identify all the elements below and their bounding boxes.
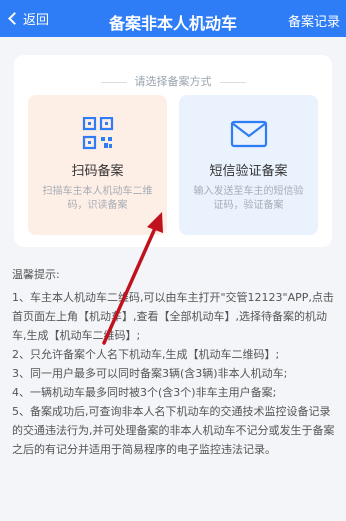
tip-item: 3、同一用户最多可以同时备案3辆(含3辆)非本人机动车; bbox=[12, 367, 288, 380]
sms-register-desc: 输入发送至车主的短信验证码，验证备案 bbox=[193, 186, 304, 211]
sms-register-title: 短信验证备案 bbox=[209, 164, 288, 179]
choose-method-label: 请选择备案方式 bbox=[14, 73, 332, 89]
tip-item: 5、备案成功后,可查询非本人名下机动车的交通技术监控设备记录的交通违法行为,并可… bbox=[12, 405, 335, 456]
tips-section: 温馨提示: 1、车主本人机动车二维码,可以由车主打开"交管12123"APP,点… bbox=[12, 265, 336, 459]
scan-register-option[interactable]: 扫码备案 扫描车主本人机动车二维码，识读备案 bbox=[28, 95, 167, 235]
choose-method-text: 请选择备案方式 bbox=[134, 75, 212, 88]
divider-right bbox=[219, 81, 246, 83]
envelope-icon bbox=[230, 120, 267, 148]
scan-register-desc: 扫描车主本人机动车二维码，识读备案 bbox=[42, 186, 153, 211]
divider-left bbox=[100, 81, 127, 83]
sms-register-option[interactable]: 短信验证备案 输入发送至车主的短信验证码，验证备案 bbox=[179, 95, 318, 235]
scan-register-title: 扫码备案 bbox=[71, 164, 124, 179]
top-bar: 返回 备案非本人机动车 备案记录 bbox=[0, 0, 346, 37]
qrcode-icon bbox=[82, 117, 113, 150]
method-card: 请选择备案方式 扫码备案 扫描车主本人机动车二维码，识读备案 短信验证备案 输入… bbox=[14, 55, 332, 247]
tip-item: 2、只允许备案个人名下机动车,生成【机动车二维码】; bbox=[12, 348, 280, 361]
tips-title: 温馨提示: bbox=[12, 268, 60, 281]
tip-item: 4、一辆机动车最多同时被3个(含3个)非车主用户备案; bbox=[12, 386, 277, 399]
tip-item: 1、车主本人机动车二维码,可以由车主打开"交管12123"APP,点击首页面左上… bbox=[12, 291, 334, 342]
records-button[interactable]: 备案记录 bbox=[288, 11, 340, 30]
